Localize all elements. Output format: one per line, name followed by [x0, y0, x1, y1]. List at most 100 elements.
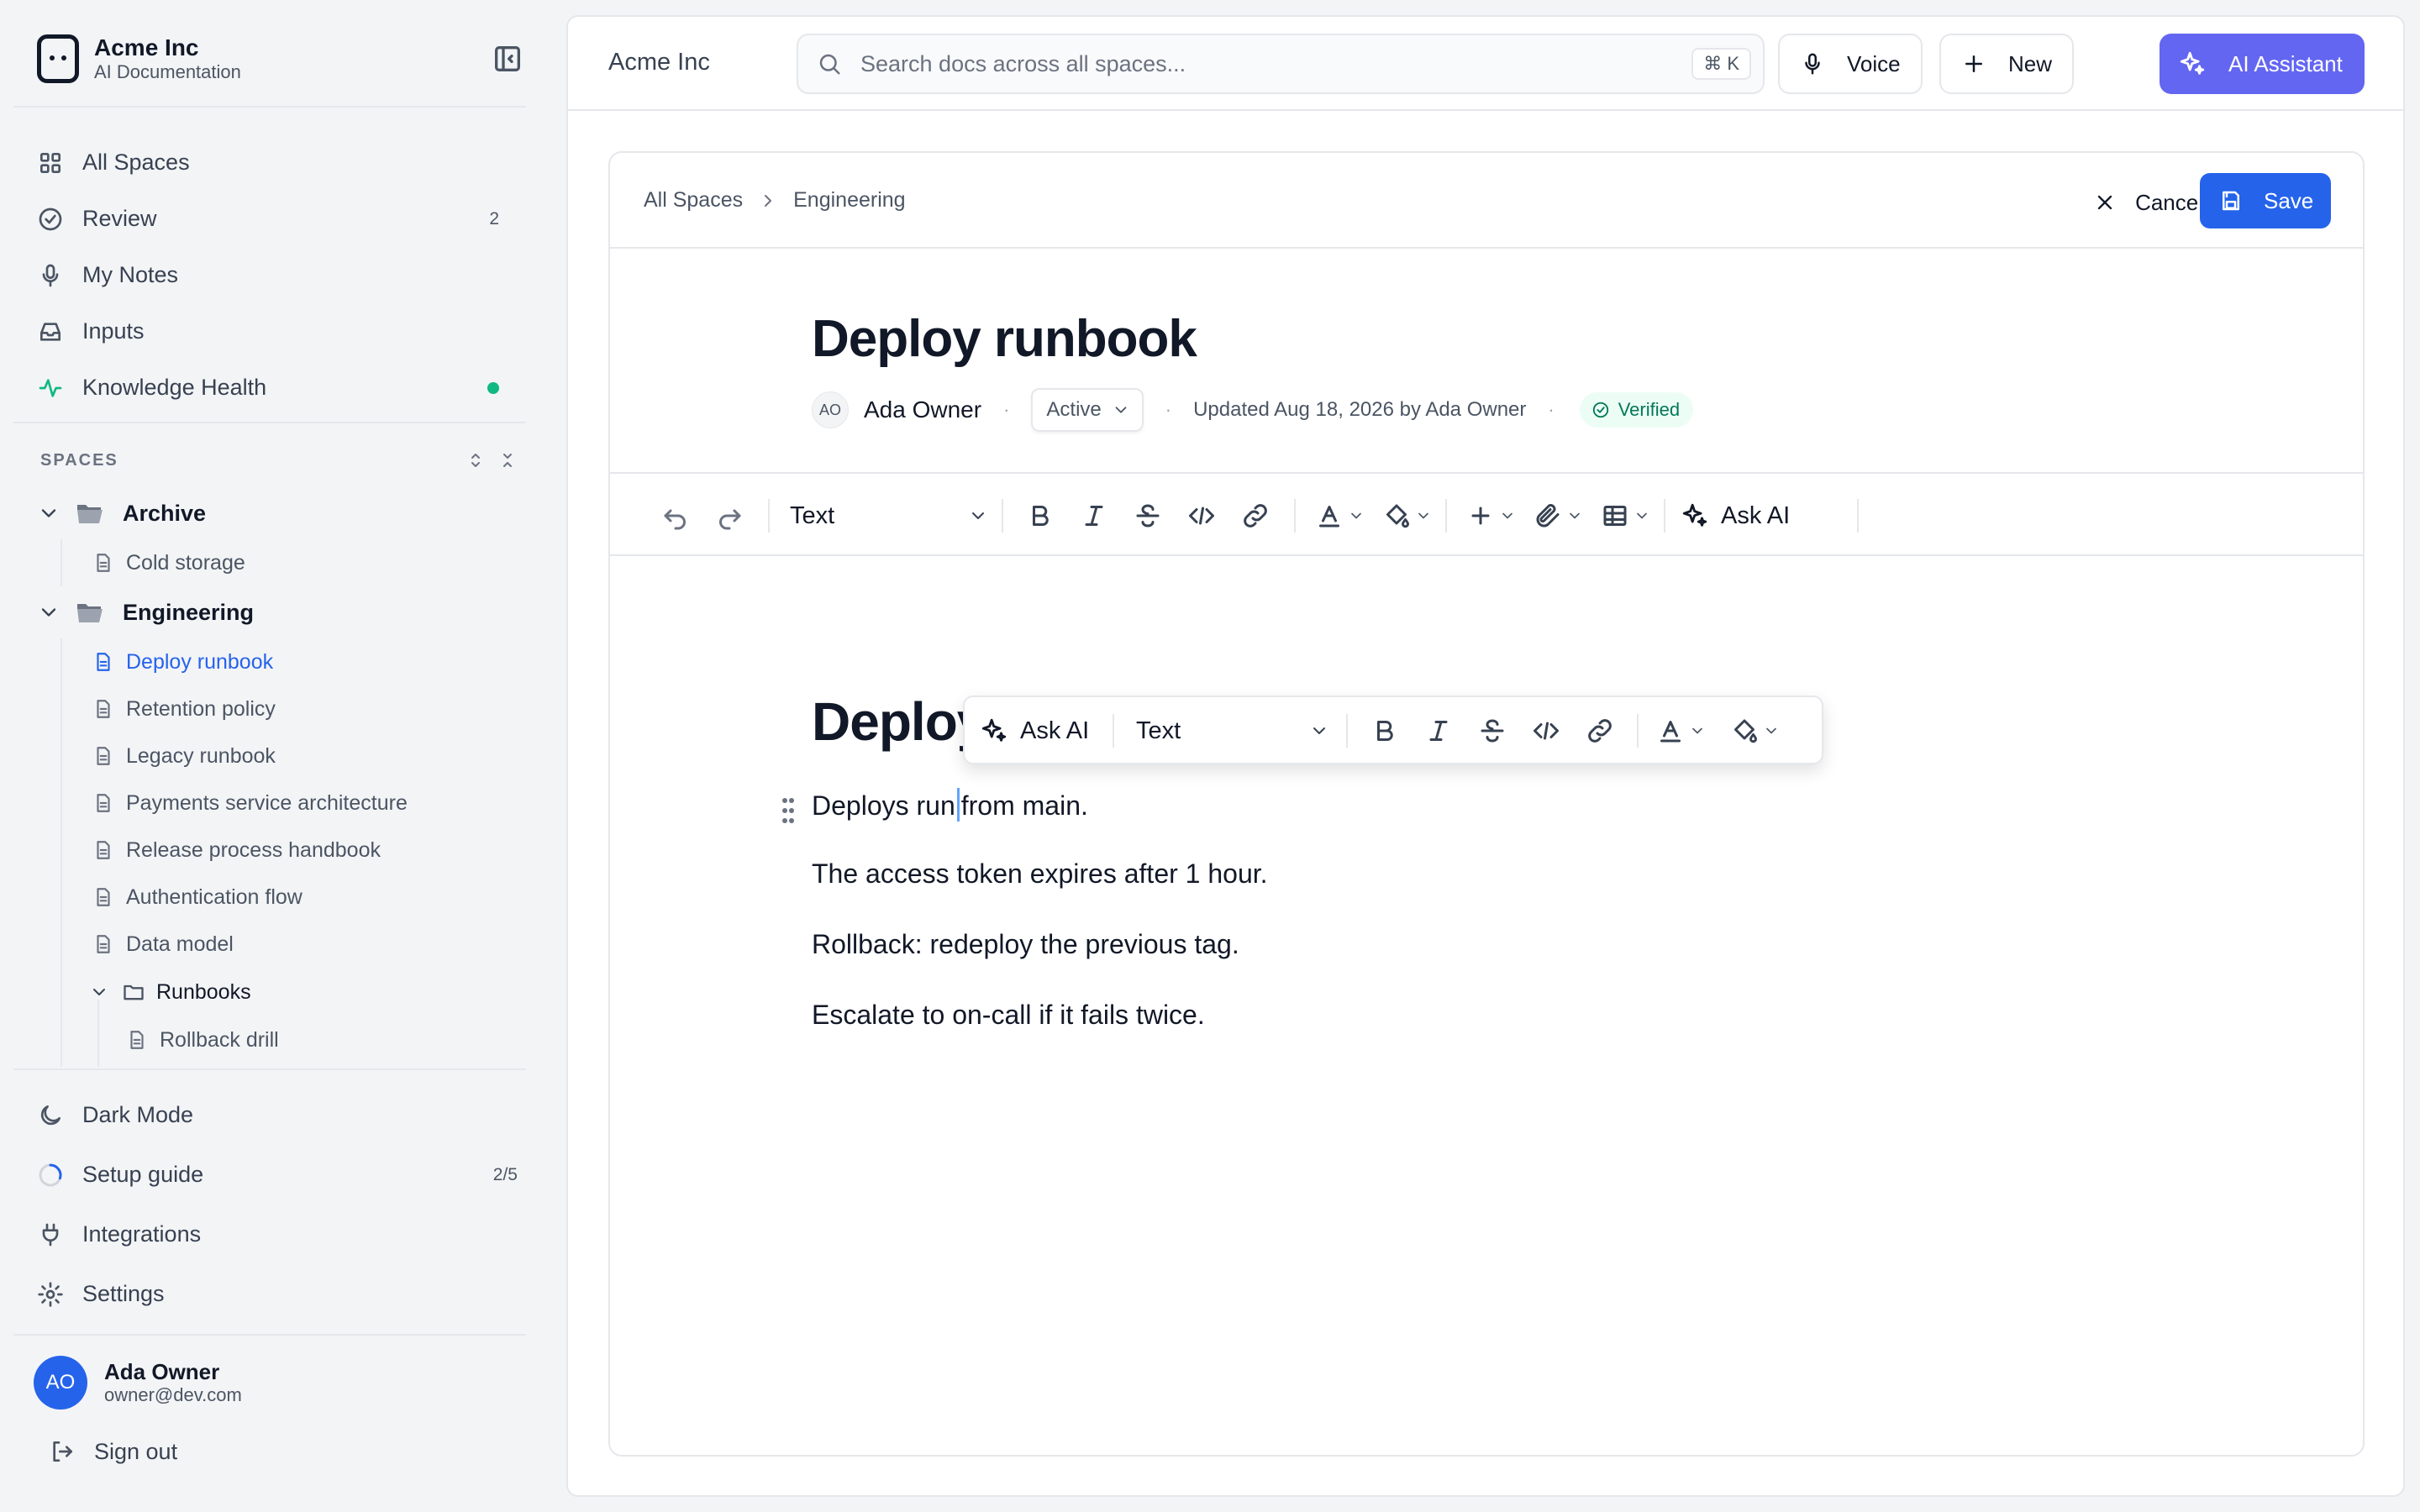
- search-input[interactable]: Search docs across all spaces... ⌘ K: [797, 34, 1765, 94]
- chevron-down-icon[interactable]: [1415, 507, 1432, 524]
- folder-runbooks[interactable]: Runbooks: [37, 968, 524, 1016]
- highlight-icon[interactable]: [1381, 501, 1412, 531]
- expand-all-icon[interactable]: [466, 450, 486, 470]
- content-paragraph[interactable]: Rollback: redeploy the previous tag.: [812, 929, 1239, 960]
- nav-knowledge-health[interactable]: Knowledge Health: [37, 360, 524, 416]
- ai-assistant-button[interactable]: AI Assistant: [2160, 34, 2365, 94]
- status-select[interactable]: Active: [1031, 388, 1144, 432]
- text-color-icon[interactable]: [1314, 501, 1344, 531]
- nav-label: Setup guide: [82, 1162, 204, 1187]
- inbox-icon: [37, 318, 64, 345]
- review-count-badge: 2: [489, 208, 499, 228]
- ai-assistant-label: AI Assistant: [2228, 50, 2343, 76]
- brand-subtitle: AI Documentation: [94, 61, 241, 82]
- block-type-select[interactable]: Text: [790, 497, 988, 534]
- table-icon[interactable]: [1600, 501, 1630, 531]
- spaces-label: SPACES: [40, 450, 118, 470]
- undo-icon[interactable]: [660, 501, 691, 531]
- check-circle-icon: [37, 206, 64, 233]
- content-heading[interactable]: Deploy: [812, 690, 986, 753]
- nav-all-spaces[interactable]: All Spaces: [37, 134, 524, 191]
- redo-icon[interactable]: [714, 501, 744, 531]
- breadcrumb-engineering[interactable]: Engineering: [793, 188, 905, 213]
- nav-integrations[interactable]: Integrations: [37, 1205, 524, 1264]
- drag-handle-icon[interactable]: [782, 798, 794, 823]
- sign-out-button[interactable]: Sign out: [49, 1431, 177, 1473]
- space-archive[interactable]: Archive: [37, 487, 524, 539]
- highlight-icon[interactable]: [1729, 716, 1760, 746]
- topbar: Acme Inc Search docs across all spaces..…: [568, 17, 2403, 111]
- code-icon[interactable]: [1531, 716, 1561, 746]
- doc-cold-storage[interactable]: Cold storage: [37, 539, 524, 586]
- bubble-block-type-select[interactable]: Text: [1136, 712, 1329, 749]
- breadcrumb-all-spaces[interactable]: All Spaces: [644, 188, 743, 213]
- voice-label: Voice: [1847, 50, 1901, 76]
- chevron-down-icon[interactable]: [1763, 722, 1780, 739]
- user-profile[interactable]: AO Ada Owner owner@dev.com: [34, 1356, 521, 1410]
- doc-deploy-runbook[interactable]: Deploy runbook: [37, 638, 524, 685]
- nav-my-notes[interactable]: My Notes: [37, 247, 524, 303]
- chevron-down-icon[interactable]: [1348, 507, 1365, 524]
- doc-label: Deploy runbook: [126, 649, 274, 674]
- doc-authentication-flow[interactable]: Authentication flow: [37, 874, 524, 921]
- doc-payments-architecture[interactable]: Payments service architecture: [37, 780, 524, 827]
- open-folder-icon: [76, 601, 104, 624]
- bubble-ask-ai-button[interactable]: Ask AI: [980, 712, 1089, 749]
- ask-ai-button[interactable]: Ask AI: [1681, 497, 1790, 534]
- space-engineering[interactable]: Engineering: [37, 586, 524, 638]
- nav-settings[interactable]: Settings: [37, 1264, 524, 1324]
- page-title[interactable]: Deploy runbook: [812, 309, 1197, 369]
- doc-label: Retention policy: [126, 696, 276, 721]
- doc-legacy-runbook[interactable]: Legacy runbook: [37, 732, 524, 780]
- content-paragraph[interactable]: Deploys run from main.: [812, 788, 1088, 822]
- chevron-right-icon: [758, 191, 778, 211]
- doc-data-model[interactable]: Data model: [37, 921, 524, 968]
- doc-label: Authentication flow: [126, 885, 302, 909]
- space-name: Engineering: [123, 599, 255, 625]
- doc-retention-policy[interactable]: Retention policy: [37, 685, 524, 732]
- doc-rollback-drill[interactable]: Rollback drill: [37, 1016, 524, 1063]
- code-icon[interactable]: [1186, 501, 1217, 531]
- nav-label: All Spaces: [82, 150, 190, 175]
- content-paragraph[interactable]: The access token expires after 1 hour.: [812, 858, 1268, 890]
- save-button[interactable]: Save: [2200, 173, 2331, 228]
- new-button[interactable]: New: [1939, 34, 2075, 94]
- bold-icon[interactable]: [1025, 501, 1055, 531]
- brand[interactable]: Acme Inc AI Documentation: [37, 32, 524, 86]
- chevron-down-icon[interactable]: [1499, 507, 1516, 524]
- cancel-button[interactable]: Cancel: [2093, 176, 2203, 228]
- attachment-icon[interactable]: [1533, 501, 1563, 531]
- document-icon: [92, 932, 114, 956]
- insert-plus-icon[interactable]: [1465, 501, 1496, 531]
- dark-mode-toggle[interactable]: Dark Mode: [37, 1085, 524, 1145]
- author-avatar: AO: [812, 391, 849, 428]
- content-paragraph[interactable]: Escalate to on-call if it fails twice.: [812, 1000, 1205, 1031]
- chevron-down-icon[interactable]: [1689, 722, 1706, 739]
- italic-icon[interactable]: [1423, 716, 1454, 746]
- doc-label: Rollback drill: [160, 1027, 279, 1052]
- voice-button[interactable]: Voice: [1778, 34, 1923, 94]
- link-icon[interactable]: [1240, 501, 1270, 531]
- bold-icon[interactable]: [1370, 716, 1400, 746]
- collapse-all-icon[interactable]: [497, 450, 518, 470]
- nav-label: Dark Mode: [82, 1102, 194, 1127]
- strikethrough-icon[interactable]: [1133, 501, 1163, 531]
- nav-review[interactable]: Review 2: [37, 191, 524, 247]
- strikethrough-icon[interactable]: [1477, 716, 1507, 746]
- nav-inputs[interactable]: Inputs: [37, 303, 524, 360]
- chevron-down-icon[interactable]: [1566, 507, 1583, 524]
- text-color-icon[interactable]: [1655, 716, 1686, 746]
- chevron-down-icon[interactable]: [89, 982, 109, 1002]
- chevron-down-icon[interactable]: [37, 601, 60, 624]
- link-icon[interactable]: [1585, 716, 1615, 746]
- breadcrumb: All Spaces Engineering: [644, 188, 906, 213]
- document-icon: [92, 650, 114, 674]
- chevron-down-icon[interactable]: [37, 501, 60, 525]
- doc-release-handbook[interactable]: Release process handbook: [37, 827, 524, 874]
- user-email: owner@dev.com: [104, 1384, 242, 1405]
- nav-setup-guide[interactable]: Setup guide 2/5: [37, 1145, 524, 1205]
- floating-format-toolbar: Ask AI Text: [963, 696, 1823, 764]
- italic-icon[interactable]: [1079, 501, 1109, 531]
- chevron-down-icon[interactable]: [1634, 507, 1650, 524]
- sidebar-collapse-icon[interactable]: [491, 42, 524, 76]
